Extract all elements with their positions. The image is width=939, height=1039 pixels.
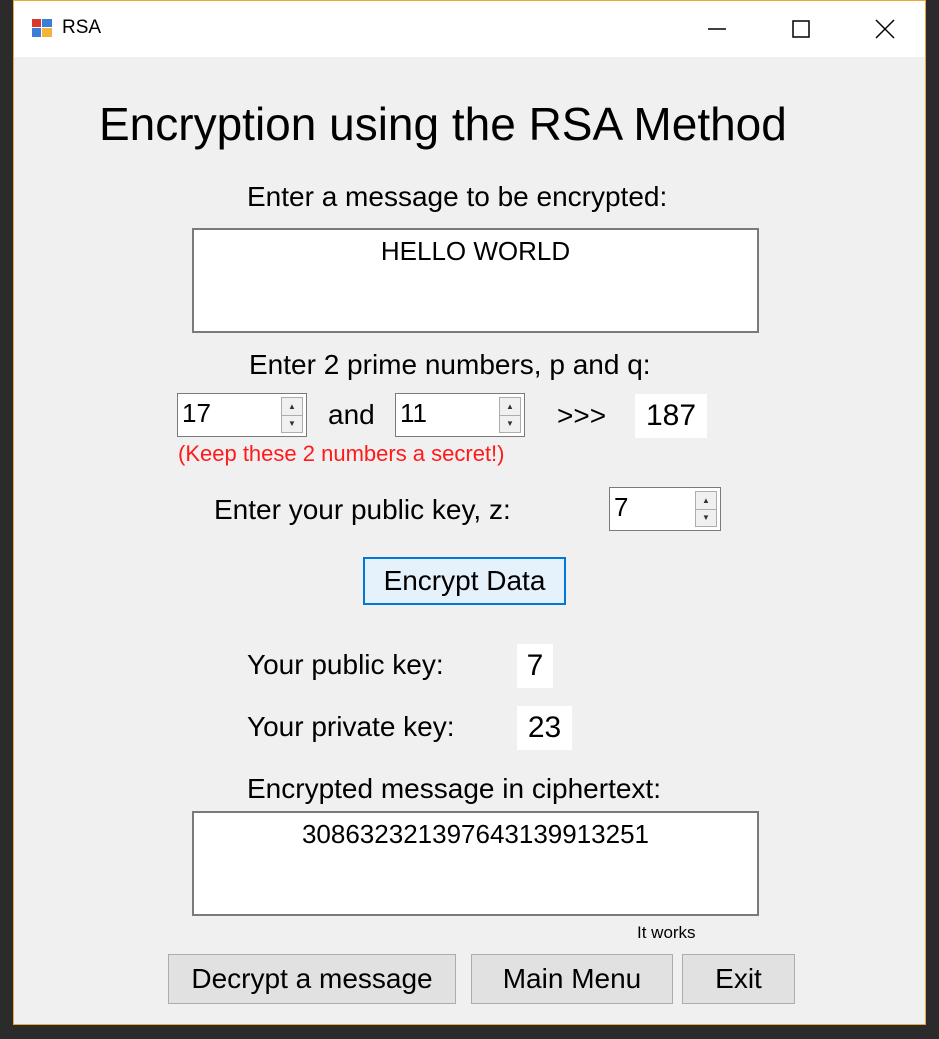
spin-down-icon[interactable]: ▼ [500,415,520,432]
rsa-window: RSA Encryption using the RSA Method Ente… [13,0,926,1025]
close-button[interactable] [843,1,927,57]
arrow-label: >>> [557,400,607,431]
maximize-icon [792,20,810,38]
message-label: Enter a message to be encrypted: [247,181,668,212]
title-bar[interactable]: RSA [14,1,925,57]
p-spin-buttons[interactable]: ▲ ▼ [281,397,303,433]
q-spin-buttons[interactable]: ▲ ▼ [499,397,521,433]
z-stepper[interactable]: 7 ▲ ▼ [609,487,721,531]
spin-down-icon[interactable]: ▼ [282,415,302,432]
z-spin-buttons[interactable]: ▲ ▼ [695,491,717,527]
public-key-input-label: Enter your public key, z: [214,494,511,525]
spin-up-icon[interactable]: ▲ [500,398,520,416]
z-value: 7 [614,492,629,522]
private-key-value: 23 [517,706,572,750]
q-stepper[interactable]: 11 ▲ ▼ [395,393,525,437]
product-value: 187 [635,394,707,438]
exit-button[interactable]: Exit [682,954,795,1004]
and-label: and [328,399,375,430]
public-key-label: Your public key: [247,649,444,680]
spin-up-icon[interactable]: ▲ [282,398,302,416]
spin-down-icon[interactable]: ▼ [696,509,716,526]
secret-warning: (Keep these 2 numbers a secret!) [178,441,505,466]
decrypt-button[interactable]: Decrypt a message [168,954,456,1004]
ciphertext-label: Encrypted message in ciphertext: [247,773,661,804]
window-title: RSA [62,17,102,38]
maximize-button[interactable] [759,1,843,57]
status-note: It works [637,923,696,942]
p-stepper[interactable]: 17 ▲ ▼ [177,393,307,437]
p-value: 17 [182,398,211,428]
q-value: 11 [400,398,427,428]
message-input[interactable]: HELLO WORLD [192,228,759,333]
private-key-label: Your private key: [247,711,455,742]
app-window-icon [32,19,52,37]
primes-label: Enter 2 prime numbers, p and q: [249,349,651,380]
main-menu-button[interactable]: Main Menu [471,954,673,1004]
public-key-value: 7 [517,644,553,688]
ciphertext-output[interactable]: 30863232139764313991325​1 [192,811,759,916]
page-title: Encryption using the RSA Method [99,98,787,150]
minimize-button[interactable] [675,1,759,57]
encrypt-button[interactable]: Encrypt Data [363,557,566,605]
close-icon [875,19,895,39]
spin-up-icon[interactable]: ▲ [696,492,716,510]
minimize-icon [708,28,726,30]
